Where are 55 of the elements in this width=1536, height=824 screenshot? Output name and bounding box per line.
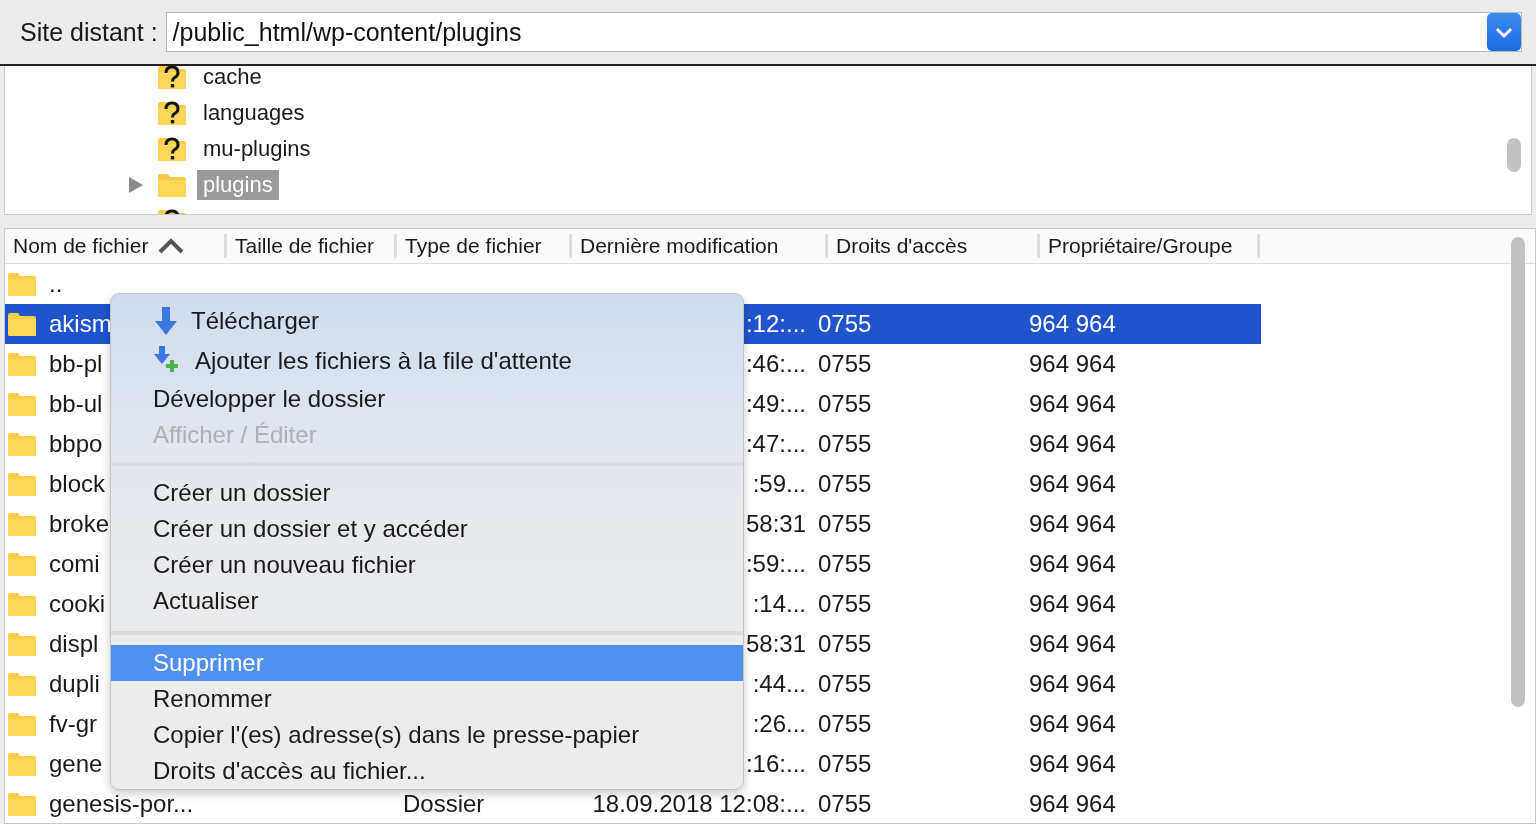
permissions: 0755	[818, 710, 872, 737]
permissions: 0755	[818, 430, 872, 457]
owner-group: 964 964	[1029, 670, 1116, 697]
permissions: 0755	[818, 590, 872, 617]
owner-group: 964 964	[1029, 550, 1116, 577]
owner-group: 964 964	[1029, 510, 1116, 537]
modified-date: :59:...	[745, 550, 806, 577]
file-name: comi	[49, 550, 100, 578]
owner-group: 964 964	[1029, 390, 1116, 417]
file-name: cooki	[49, 590, 106, 618]
modified-date: 18.09.2018 12:08:...	[592, 790, 806, 817]
modified-date: :14...	[752, 590, 806, 617]
file-name: broke	[49, 510, 110, 538]
file-name: displ	[49, 630, 99, 658]
modified-date: :16:...	[745, 750, 806, 777]
owner-group: 964 964	[1029, 590, 1116, 617]
permissions: 0755	[818, 350, 872, 377]
owner-group: 964 964	[1029, 630, 1116, 657]
owner-group: 964 964	[1029, 790, 1116, 817]
permissions: 0755	[818, 470, 872, 497]
file-name: fv-gr	[49, 710, 97, 738]
owner-group: 964 964	[1029, 710, 1116, 737]
permissions: 0755	[818, 310, 872, 337]
modified-date: :47:...	[745, 430, 806, 457]
modified-date: :59...	[752, 470, 806, 497]
file-name: dupli	[49, 670, 100, 698]
file-name: block	[49, 470, 106, 498]
file-name: gene	[49, 750, 103, 778]
owner-group: 964 964	[1029, 750, 1116, 777]
modified-date: 58:31	[745, 630, 806, 657]
file-name: genesis-por...	[49, 790, 194, 818]
address-label: Site distant :	[20, 17, 158, 47]
permissions: 0755	[818, 790, 872, 817]
modified-date: :12:...	[745, 310, 806, 337]
owner-group: 964 964	[1029, 430, 1116, 457]
file-name: bbpo	[49, 430, 103, 458]
file-name: ..	[49, 270, 63, 298]
owner-group: 964 964	[1029, 310, 1116, 337]
permissions: 0755	[818, 550, 872, 577]
permissions: 0755	[818, 510, 872, 537]
file-type: Dossier	[403, 790, 485, 817]
owner-group: 964 964	[1029, 470, 1116, 497]
owner-group: 964 964	[1029, 350, 1116, 377]
modified-date: :46:...	[745, 350, 806, 377]
file-name: akism	[49, 310, 112, 338]
modified-date: 58:31	[745, 510, 806, 537]
permissions: 0755	[818, 670, 872, 697]
modified-date: :44...	[752, 670, 806, 697]
file-name: bb-pl	[49, 350, 103, 378]
modified-date: :49:...	[745, 390, 806, 417]
file-name: bb-ul	[49, 390, 103, 418]
permissions: 0755	[818, 750, 872, 777]
modified-date: :26...	[752, 710, 806, 737]
permissions: 0755	[818, 630, 872, 657]
permissions: 0755	[818, 390, 872, 417]
